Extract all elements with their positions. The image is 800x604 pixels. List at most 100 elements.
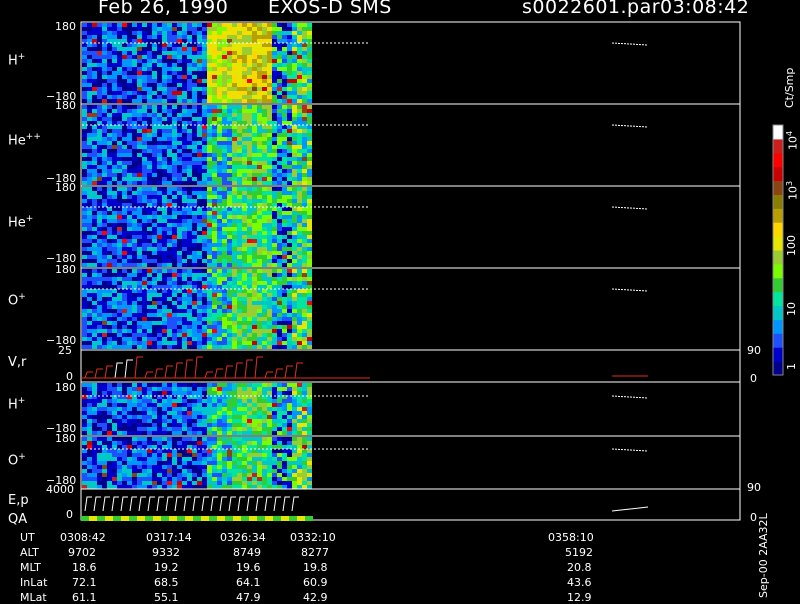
heatmap-cell	[307, 441, 312, 445]
heatmap-cell	[232, 113, 237, 117]
heatmap-cell	[192, 47, 197, 51]
heatmap-cell	[137, 485, 142, 489]
heatmap-cell	[242, 263, 247, 267]
heatmap-cell	[287, 423, 292, 427]
heatmap-cell	[137, 255, 142, 259]
heatmap-cell	[137, 125, 142, 129]
heatmap-cell	[102, 337, 107, 341]
heatmap-cell	[227, 423, 232, 427]
heatmap-cell	[292, 75, 297, 79]
heatmap-cell	[307, 153, 312, 157]
heatmap-cell	[162, 47, 167, 51]
heatmap-cell	[292, 407, 297, 411]
heatmap-cell	[307, 95, 312, 99]
heatmap-cell	[202, 337, 207, 341]
heatmap-cell	[242, 485, 247, 489]
heatmap-cell	[152, 31, 157, 35]
heatmap-cell	[82, 411, 87, 415]
heatmap-cell	[282, 39, 287, 43]
heatmap-cell	[237, 215, 242, 219]
heatmap-cell	[217, 71, 222, 75]
heatmap-cell	[267, 437, 272, 441]
heatmap-cell	[257, 477, 262, 481]
heatmap-cell	[252, 173, 257, 177]
heatmap-cell	[172, 55, 177, 59]
heatmap-cell	[252, 317, 257, 321]
heatmap-cell	[232, 195, 237, 199]
heatmap-cell	[212, 211, 217, 215]
heatmap-cell	[212, 141, 217, 145]
heatmap-cell	[107, 263, 112, 267]
heatmap-cell	[237, 259, 242, 263]
heatmap-cell	[197, 273, 202, 277]
heatmap-cell	[107, 239, 112, 243]
heatmap-cell	[197, 383, 202, 387]
heatmap-cell	[267, 83, 272, 87]
heatmap-cell	[127, 485, 132, 489]
heatmap-cell	[242, 149, 247, 153]
heatmap-cell	[192, 329, 197, 333]
heatmap-cell	[167, 453, 172, 457]
heatmap-cell	[147, 153, 152, 157]
heatmap-cell	[117, 273, 122, 277]
heatmap-cell	[247, 39, 252, 43]
heatmap-cell	[232, 415, 237, 419]
heatmap-cell	[102, 427, 107, 431]
heatmap-cell	[137, 161, 142, 165]
heatmap-cell	[167, 169, 172, 173]
heatmap-cell	[242, 441, 247, 445]
heatmap-cell	[212, 477, 217, 481]
heatmap-cell	[202, 469, 207, 473]
heatmap-cell	[267, 341, 272, 345]
heatmap-cell	[97, 337, 102, 341]
heatmap-cell	[142, 129, 147, 133]
heatmap-cell	[242, 113, 247, 117]
heatmap-cell	[247, 255, 252, 259]
heatmap-cell	[112, 169, 117, 173]
heatmap-cell	[97, 157, 102, 161]
heatmap-cell	[277, 345, 282, 349]
heatmap-cell	[217, 35, 222, 39]
heatmap-cell	[92, 71, 97, 75]
heatmap-cell	[132, 465, 137, 469]
heatmap-cell	[142, 437, 147, 441]
heatmap-cell	[122, 293, 127, 297]
heatmap-cell	[242, 39, 247, 43]
heatmap-cell	[157, 173, 162, 177]
heatmap-cell	[247, 305, 252, 309]
heatmap-cell	[142, 273, 147, 277]
heatmap-cell	[282, 477, 287, 481]
heatmap-cell	[187, 419, 192, 423]
heatmap-cell	[297, 87, 302, 91]
heatmap-cell	[302, 51, 307, 55]
heatmap-cell	[287, 181, 292, 185]
heatmap-cell	[127, 407, 132, 411]
heatmap-cell	[147, 51, 152, 55]
heatmap-cell	[257, 23, 262, 27]
heatmap-cell	[302, 199, 307, 203]
panel-frame	[81, 489, 740, 520]
heatmap-cell	[302, 269, 307, 273]
heatmap-cell	[257, 329, 262, 333]
heatmap-cell	[162, 481, 167, 485]
heatmap-cell	[307, 211, 312, 215]
heatmap-cell	[92, 109, 97, 113]
heatmap-cell	[307, 457, 312, 461]
heatmap-cell	[272, 187, 277, 191]
heatmap-cell	[102, 23, 107, 27]
heatmap-cell	[307, 149, 312, 153]
heatmap-cell	[162, 449, 167, 453]
heatmap-cell	[112, 51, 117, 55]
heatmap-cell	[217, 149, 222, 153]
heatmap-cell	[207, 411, 212, 415]
heatmap-cell	[297, 47, 302, 51]
heatmap-cell	[157, 99, 162, 103]
heatmap-cell	[132, 31, 137, 35]
heatmap-cell	[152, 215, 157, 219]
heatmap-cell	[117, 35, 122, 39]
heatmap-cell	[107, 55, 112, 59]
heatmap-cell	[207, 285, 212, 289]
heatmap-cell	[122, 227, 127, 231]
heatmap-cell	[177, 293, 182, 297]
heatmap-cell	[132, 125, 137, 129]
